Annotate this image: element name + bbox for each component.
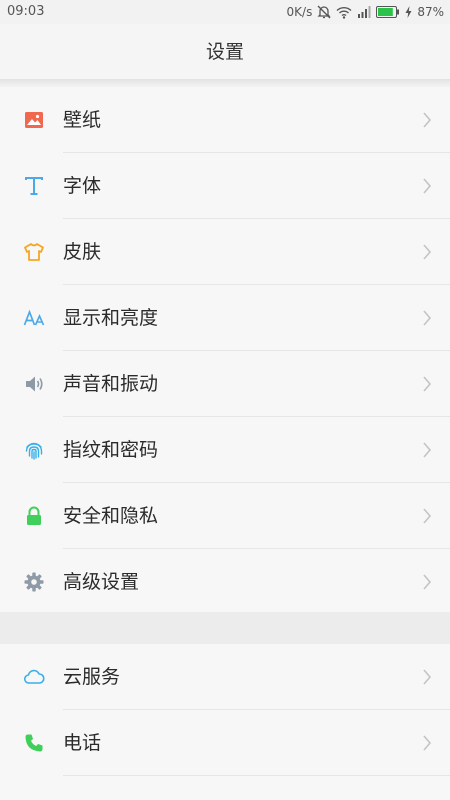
settings-item-theme[interactable]: 皮肤 [0,219,450,285]
settings-item-label: 高级设置 [63,571,140,593]
settings-item-fingerprint[interactable]: 指纹和密码 [0,417,450,483]
settings-item-label: 字体 [63,175,102,197]
chevron-right-icon [422,668,432,686]
chevron-right-icon [422,573,432,591]
chevron-right-icon [422,177,432,195]
chevron-right-icon [422,243,432,261]
charging-icon [405,6,412,18]
settings-item-label: 壁纸 [63,109,102,131]
status-bar: 09:03 0K/s 87% [0,0,450,24]
chevron-right-icon [422,441,432,459]
header-divider [0,80,450,87]
chevron-right-icon [422,507,432,525]
font-icon [23,175,45,197]
section-separator [0,612,450,644]
settings-item-label: 显示和亮度 [63,307,159,329]
signal-icon [357,6,371,18]
settings-item-label: 皮肤 [63,241,102,263]
settings-item-display[interactable]: 显示和亮度 [0,285,450,351]
battery-icon [376,6,400,18]
status-time: 09:03 [7,4,45,19]
settings-item-advanced[interactable]: 高级设置 [0,549,450,615]
settings-item-phone[interactable]: 电话 [0,710,450,776]
settings-item-label: 指纹和密码 [63,439,159,461]
lock-icon [23,505,45,527]
battery-percent: 87% [417,5,444,19]
chevron-right-icon [422,111,432,129]
chevron-right-icon [422,309,432,327]
wallpaper-icon [23,109,45,131]
settings-item-font[interactable]: 字体 [0,153,450,219]
chevron-right-icon [422,734,432,752]
gear-icon [23,571,45,593]
settings-group-general: 壁纸 字体 皮肤 显示和亮度 声音和振动 指纹和密码 安全和隐私 高级设置 [0,87,450,615]
network-speed: 0K/s [286,5,313,19]
status-indicators: 0K/s 87% [287,4,444,20]
settings-group-services: 云服务 电话 [0,644,450,776]
wifi-icon [336,6,352,19]
settings-item-security[interactable]: 安全和隐私 [0,483,450,549]
row-divider [63,775,450,776]
fingerprint-icon [23,439,45,461]
settings-item-sound[interactable]: 声音和振动 [0,351,450,417]
theme-shirt-icon [23,241,45,263]
display-brightness-icon [23,307,45,329]
speaker-icon [23,373,45,395]
page-title: 设置 [205,41,244,63]
cloud-icon [23,666,45,688]
settings-item-label: 电话 [63,732,102,754]
header: 设置 [0,24,450,80]
settings-item-label: 安全和隐私 [63,505,159,527]
settings-item-wallpaper[interactable]: 壁纸 [0,87,450,153]
settings-item-cloud[interactable]: 云服务 [0,644,450,710]
settings-item-label: 声音和振动 [63,373,159,395]
phone-icon [23,732,45,754]
chevron-right-icon [422,375,432,393]
alarm-off-icon [317,5,331,19]
settings-item-label: 云服务 [63,666,121,688]
